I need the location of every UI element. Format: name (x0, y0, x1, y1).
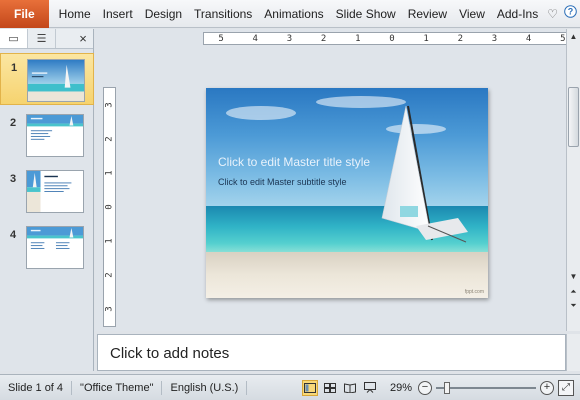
language-indicator[interactable]: English (U.S.) (162, 380, 248, 395)
slide-subtitle-placeholder[interactable]: Click to edit Master subtitle style (218, 177, 347, 187)
slide-number: 1 (11, 62, 18, 74)
ribbon-tab-bar: File Home Insert Design Transitions Anim… (0, 0, 580, 28)
notes-pane[interactable]: Click to add notes (97, 334, 566, 371)
tab-view[interactable]: View (453, 0, 491, 28)
slide-credit: fppt.com (464, 289, 484, 295)
slide-thumbnail-2[interactable]: 2 (0, 109, 94, 161)
sailboat-image (381, 105, 468, 243)
slides-pane: ▭ ☰ × 1 2 3 4 (0, 29, 94, 371)
theme-name: "Office Theme" (72, 380, 163, 395)
slide-number: 3 (10, 173, 17, 185)
slide-thumbnail-1[interactable]: 1 (0, 53, 94, 105)
zoom-slider[interactable] (436, 381, 536, 394)
help-icon[interactable]: ? (561, 0, 580, 28)
slide-preview (26, 114, 84, 157)
fit-to-window-icon[interactable]: ⤢ (558, 379, 574, 396)
scroll-down-icon[interactable]: ▼ (567, 269, 580, 283)
tab-transitions[interactable]: Transitions (188, 0, 258, 28)
slide-title-placeholder[interactable]: Click to edit Master title style (218, 155, 370, 169)
heart-icon[interactable]: ♡ (544, 0, 561, 28)
status-bar: Slide 1 of 4 "Office Theme" English (U.S… (0, 374, 580, 400)
slide-counter: Slide 1 of 4 (0, 380, 73, 395)
slide-number: 2 (10, 117, 17, 129)
zoom-level[interactable]: 29% (390, 382, 412, 394)
tab-add-ins[interactable]: Add-Ins (491, 0, 544, 28)
slide-preview (26, 226, 84, 269)
next-slide-icon[interactable]: ⏷ (567, 299, 580, 313)
cloud (226, 106, 296, 120)
previous-slide-icon[interactable]: ⏶ (567, 285, 580, 299)
view-buttons: 29% − + ⤢ (300, 379, 580, 396)
tab-design[interactable]: Design (139, 0, 188, 28)
svg-text:?: ? (568, 6, 574, 16)
tab-home[interactable]: Home (53, 0, 97, 28)
vertical-scrollbar[interactable]: ▲ ▼ ⏶ ⏷ (566, 29, 580, 331)
notes-placeholder[interactable]: Click to add notes (110, 345, 229, 362)
zoom-slider-handle[interactable] (443, 381, 450, 394)
tab-review[interactable]: Review (402, 0, 453, 28)
tab-animations[interactable]: Animations (258, 0, 329, 28)
slide-sand (206, 252, 488, 298)
slide-thumbnail-3[interactable]: 3 (0, 165, 94, 217)
slide-preview (26, 170, 84, 213)
slideshow-view-icon[interactable] (362, 380, 378, 396)
slide-preview (27, 59, 85, 102)
reading-view-icon[interactable] (342, 380, 358, 396)
slide-number: 4 (10, 229, 17, 241)
close-icon[interactable]: × (73, 31, 93, 46)
zoom-in-icon[interactable]: + (540, 380, 554, 395)
tab-insert[interactable]: Insert (97, 0, 139, 28)
slide-thumbnail-4[interactable]: 4 (0, 221, 94, 273)
slide-editing-area: 54 32 10 12 34 5 32 10 12 3 Click to edi… (95, 29, 580, 331)
normal-view-icon[interactable] (301, 379, 318, 396)
outline-tab-icon[interactable]: ☰ (28, 29, 56, 48)
zoom-out-icon[interactable]: − (418, 380, 432, 395)
vertical-ruler: 32 10 12 3 (103, 87, 116, 327)
slides-tab-icon[interactable]: ▭ (0, 29, 28, 48)
horizontal-ruler: 54 32 10 12 34 5 (203, 32, 580, 45)
scroll-thumb[interactable] (568, 87, 579, 147)
slide-sorter-icon[interactable] (322, 380, 338, 396)
pane-tabs: ▭ ☰ × (0, 29, 93, 49)
notes-scrollbar[interactable] (566, 334, 580, 371)
tab-slide-show[interactable]: Slide Show (330, 0, 402, 28)
file-tab[interactable]: File (0, 0, 49, 28)
scroll-up-icon[interactable]: ▲ (567, 29, 580, 43)
slide-canvas[interactable]: Click to edit Master title style Click t… (206, 88, 488, 298)
